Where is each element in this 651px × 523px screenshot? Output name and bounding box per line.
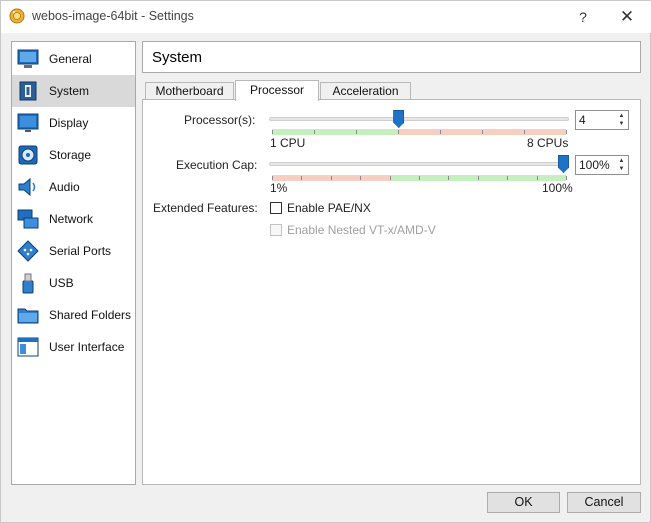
sidebar-item-label: Audio (49, 180, 80, 194)
close-button[interactable]: ✕ (615, 5, 639, 29)
processors-min-label: 1 CPU (270, 136, 306, 150)
spin-up-arrow-icon[interactable]: ▲ (616, 157, 627, 165)
enable-pae-label[interactable]: Enable PAE/NX (287, 201, 371, 215)
page-header: System (142, 41, 641, 73)
exec-cap-slider-tick (448, 176, 450, 180)
sidebar-item-label: Display (49, 116, 89, 130)
processors-max-label: 8 CPUs (527, 136, 569, 150)
exec-cap-slider[interactable] (269, 162, 569, 166)
help-button[interactable]: ? (571, 5, 595, 29)
tab-acceleration[interactable]: Acceleration (320, 82, 411, 100)
ok-button[interactable]: OK (487, 492, 560, 513)
processors-label: Processor(s): (184, 113, 256, 127)
exec-cap-max-label: 100% (542, 181, 573, 195)
processor-panel: Processor(s): 1 CPU 8 CPUs 4 ▲ ▼ Executi… (142, 99, 641, 485)
sidebar-item-system[interactable]: System (12, 75, 135, 107)
processors-slider-tick (440, 130, 441, 134)
sidebar-item-audio[interactable]: Audio (12, 171, 135, 203)
folder-icon (17, 308, 39, 324)
exec-cap-slider-tick (301, 176, 303, 180)
enable-nested-vtx-checkbox (270, 224, 282, 236)
window-title: webos-image-64bit - Settings (32, 9, 194, 23)
sidebar-item-label: Network (49, 212, 94, 226)
sidebar-item-label: Storage (49, 148, 92, 162)
processors-spinbox-value: 4 (579, 113, 586, 127)
exec-cap-slider-tick (477, 176, 479, 180)
sidebar-item-storage[interactable]: Storage (12, 139, 135, 171)
settings-window: webos-image-64bit - Settings ? ✕ General… (0, 0, 651, 523)
enable-nested-vtx-label: Enable Nested VT-x/AMD-V (287, 223, 436, 237)
exec-cap-slider-tick (507, 176, 509, 180)
sidebar-item-label: System (49, 84, 90, 98)
monitor-general-icon (17, 49, 39, 68)
sidebar-item-user-interface[interactable]: User Interface (12, 331, 135, 363)
cancel-button[interactable]: Cancel (567, 492, 641, 513)
chip-system-icon (19, 81, 37, 101)
exec-cap-label: Execution Cap: (176, 158, 258, 172)
processors-slider-thumb[interactable] (393, 110, 405, 128)
exec-cap-slider-thumb[interactable] (558, 155, 569, 173)
virtualbox-app-icon (9, 8, 25, 24)
settings-sidebar: General System Display Storage Audio Net… (11, 41, 136, 485)
tab-motherboard[interactable]: Motherboard (145, 82, 234, 100)
exec-cap-slider-tick (360, 176, 362, 180)
sidebar-item-serial-ports[interactable]: Serial Ports (12, 235, 135, 267)
spin-down-arrow-icon[interactable]: ▼ (616, 120, 627, 128)
exec-cap-slider-tick (389, 176, 391, 180)
speaker-audio-icon (18, 177, 36, 197)
exec-cap-slider-tick (536, 176, 538, 180)
network-icon (17, 209, 39, 229)
tab-processor[interactable]: Processor (235, 80, 319, 101)
exec-cap-slider-tick (272, 176, 273, 180)
usb-icon (22, 273, 34, 294)
user-interface-icon (17, 337, 39, 357)
exec-cap-slider-tick (330, 176, 332, 180)
extended-features-label: Extended Features: (153, 201, 258, 215)
processors-slider[interactable] (269, 117, 569, 121)
title-bar: webos-image-64bit - Settings ? ✕ (1, 1, 651, 33)
processors-slider-tick (566, 130, 567, 134)
processors-safe-zone (272, 129, 398, 135)
spin-down-arrow-icon[interactable]: ▼ (616, 165, 627, 173)
sidebar-item-usb[interactable]: USB (12, 267, 135, 299)
sidebar-item-label: Shared Folders (49, 308, 132, 322)
enable-pae-checkbox[interactable] (270, 202, 282, 214)
exec-cap-slider-tick (419, 176, 420, 180)
exec-cap-spinbox-value: 100% (579, 158, 610, 172)
sidebar-item-label: USB (49, 276, 74, 290)
processors-slider-tick (314, 130, 315, 134)
serial-port-icon (17, 240, 39, 262)
processors-slider-tick (398, 130, 399, 134)
processors-spinbox[interactable]: 4 ▲ ▼ (575, 110, 629, 130)
storage-disk-icon (18, 145, 38, 165)
sidebar-item-label: User Interface (49, 340, 125, 354)
processors-slider-tick (524, 130, 525, 134)
processors-slider-tick (356, 130, 357, 134)
processors-slider-tick (272, 130, 273, 134)
spin-up-arrow-icon[interactable]: ▲ (616, 112, 627, 120)
sidebar-item-label: Serial Ports (49, 244, 112, 258)
sidebar-item-shared-folders[interactable]: Shared Folders (12, 299, 135, 331)
exec-cap-min-label: 1% (270, 181, 288, 195)
processors-slider-tick (482, 130, 483, 134)
exec-cap-slider-tick (566, 176, 567, 180)
display-icon (17, 113, 39, 132)
sidebar-item-general[interactable]: General (12, 43, 135, 75)
sidebar-item-network[interactable]: Network (12, 203, 135, 235)
sidebar-item-display[interactable]: Display (12, 107, 135, 139)
sidebar-item-label: General (49, 52, 92, 66)
exec-cap-spinbox[interactable]: 100% ▲ ▼ (575, 155, 629, 175)
page-title: System (152, 49, 203, 66)
